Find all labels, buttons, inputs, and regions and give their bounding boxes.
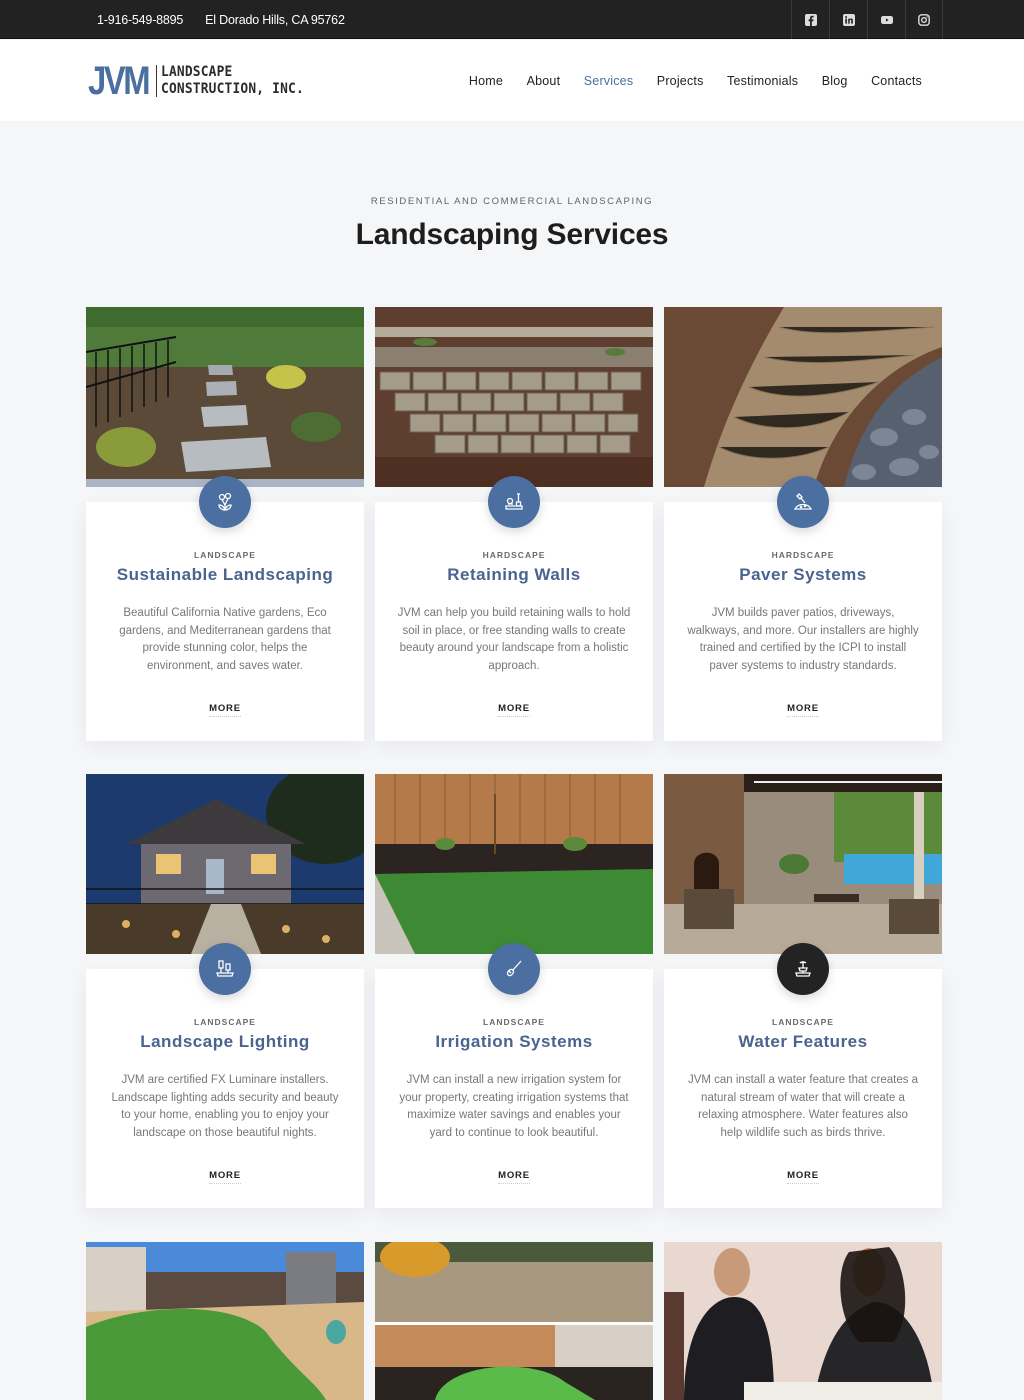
address: El Dorado Hills, CA 95762 bbox=[205, 12, 345, 27]
lawn-fence-image bbox=[375, 774, 653, 954]
nav-contacts[interactable]: Contacts bbox=[871, 74, 922, 88]
night-house-image bbox=[86, 774, 364, 954]
instagram-link[interactable] bbox=[905, 0, 943, 39]
nav-projects[interactable]: Projects bbox=[657, 74, 704, 88]
logo-mark: JVM bbox=[88, 59, 151, 103]
service-category: LANDSCAPE bbox=[483, 1017, 545, 1027]
service-icon-badge bbox=[488, 943, 540, 995]
garden-path-image bbox=[86, 307, 364, 487]
service-photo-paver-patio[interactable] bbox=[664, 307, 942, 487]
service-photo-lawn-fence[interactable] bbox=[375, 774, 653, 954]
services-grid: LANDSCAPE Sustainable Landscaping Beauti… bbox=[86, 307, 942, 1208]
service-description: JVM can install a water feature that cre… bbox=[687, 1074, 919, 1139]
facebook-link[interactable] bbox=[791, 0, 829, 39]
more-link[interactable]: MORE bbox=[787, 703, 819, 717]
logo-line-1: LANDSCAPE bbox=[161, 64, 233, 80]
main-nav: Home About Services Projects Testimonial… bbox=[469, 40, 922, 121]
section-title: Landscaping Services bbox=[355, 218, 669, 251]
flower-plant-icon bbox=[218, 492, 232, 511]
service-card-body: HARDSCAPE Paver Systems JVM builds paver… bbox=[664, 502, 942, 741]
services-grid-row-3 bbox=[86, 1242, 942, 1400]
nav-home[interactable]: Home bbox=[469, 74, 503, 88]
putting-green-image bbox=[375, 1242, 653, 1400]
service-icon-badge bbox=[777, 943, 829, 995]
service-description: Beautiful California Native gardens, Eco… bbox=[119, 607, 331, 672]
service-photo-retaining-wall[interactable] bbox=[375, 307, 653, 487]
youtube-link[interactable] bbox=[867, 0, 905, 39]
service-icon-badge bbox=[488, 476, 540, 528]
service-title[interactable]: Paver Systems bbox=[664, 565, 942, 585]
nav-testimonials[interactable]: Testimonials bbox=[727, 74, 798, 88]
artificial-turf-image bbox=[86, 1242, 364, 1400]
site-header: JVM LANDSCAPE CONSTRUCTION, INC. Home Ab… bbox=[0, 40, 1024, 121]
company-logo[interactable]: JVM LANDSCAPE CONSTRUCTION, INC. bbox=[88, 59, 316, 103]
service-category: LANDSCAPE bbox=[772, 1017, 834, 1027]
nav-about[interactable]: About bbox=[527, 74, 561, 88]
service-description: JVM builds paver patios, driveways, walk… bbox=[687, 607, 919, 672]
service-category: HARDSCAPE bbox=[482, 550, 546, 560]
garden-lights-icon bbox=[216, 960, 234, 977]
service-card: LANDSCAPE Landscape Lighting JVM are cer… bbox=[86, 774, 364, 1208]
service-icon-badge bbox=[777, 476, 829, 528]
linkedin-link[interactable] bbox=[829, 0, 867, 39]
service-card-body: LANDSCAPE Water Features JVM can install… bbox=[664, 969, 942, 1208]
service-photo-garden-path[interactable] bbox=[86, 307, 364, 487]
section-eyebrow: RESIDENTIAL AND COMMERCIAL LANDSCAPING bbox=[370, 196, 654, 207]
more-link[interactable]: MORE bbox=[498, 1170, 530, 1184]
logo-wordmark: LANDSCAPE CONSTRUCTION, INC. bbox=[161, 64, 304, 98]
service-category: LANDSCAPE bbox=[194, 550, 256, 560]
phone-number[interactable]: 1-916-549-8895 bbox=[97, 13, 183, 27]
service-photo-consultation[interactable] bbox=[664, 1242, 942, 1400]
nav-services[interactable]: Services bbox=[584, 74, 634, 88]
more-link[interactable]: MORE bbox=[209, 1170, 241, 1184]
service-title[interactable]: Irrigation Systems bbox=[375, 1032, 653, 1052]
service-photo-artificial-turf[interactable] bbox=[86, 1242, 364, 1400]
service-card: HARDSCAPE Retaining Walls JVM can help y… bbox=[375, 307, 653, 741]
service-description: JVM are certified FX Luminare installers… bbox=[111, 1074, 339, 1139]
service-title[interactable]: Landscape Lighting bbox=[86, 1032, 364, 1052]
service-card: LANDSCAPE Irrigation Systems JVM can ins… bbox=[375, 774, 653, 1208]
consultation-image bbox=[664, 1242, 942, 1400]
more-link[interactable]: MORE bbox=[787, 1170, 819, 1184]
service-card: HARDSCAPE Paver Systems JVM builds paver… bbox=[664, 307, 942, 741]
youtube-icon bbox=[880, 15, 893, 24]
service-card-body: LANDSCAPE Irrigation Systems JVM can ins… bbox=[375, 969, 653, 1208]
service-description: JVM can help you build retaining walls t… bbox=[397, 607, 631, 672]
instagram-icon bbox=[918, 13, 930, 26]
service-photo-putting-green[interactable] bbox=[375, 1242, 653, 1400]
service-description: JVM can install a new irrigation system … bbox=[399, 1074, 629, 1139]
shovel-wall-icon bbox=[505, 493, 523, 510]
service-card: LANDSCAPE Sustainable Landscaping Beauti… bbox=[86, 307, 364, 741]
service-icon-badge bbox=[199, 943, 251, 995]
service-photo-night-house[interactable] bbox=[86, 774, 364, 954]
more-link[interactable]: MORE bbox=[498, 703, 530, 717]
service-title[interactable]: Water Features bbox=[664, 1032, 942, 1052]
paver-patio-image bbox=[664, 307, 942, 487]
service-icon-badge bbox=[199, 476, 251, 528]
nav-blog[interactable]: Blog bbox=[822, 74, 848, 88]
top-bar: 1-916-549-8895 El Dorado Hills, CA 95762 bbox=[0, 0, 1024, 39]
linkedin-icon bbox=[842, 13, 855, 26]
service-category: HARDSCAPE bbox=[771, 550, 835, 560]
more-link[interactable]: MORE bbox=[209, 703, 241, 717]
service-card-body: LANDSCAPE Landscape Lighting JVM are cer… bbox=[86, 969, 364, 1208]
contact-info: 1-916-549-8895 El Dorado Hills, CA 95762 bbox=[97, 0, 345, 39]
logo-line-2: CONSTRUCTION, INC. bbox=[161, 81, 304, 97]
fountain-icon bbox=[795, 961, 811, 977]
service-card-body: HARDSCAPE Retaining Walls JVM can help y… bbox=[375, 502, 653, 741]
sprinkler-wand-icon bbox=[506, 960, 522, 977]
service-photo-patio-pool[interactable] bbox=[664, 774, 942, 954]
service-title[interactable]: Retaining Walls bbox=[375, 565, 653, 585]
trowel-pile-icon bbox=[793, 493, 813, 510]
facebook-icon bbox=[804, 13, 817, 26]
service-card-body: LANDSCAPE Sustainable Landscaping Beauti… bbox=[86, 502, 364, 741]
social-links bbox=[791, 0, 943, 39]
logo-divider bbox=[156, 65, 157, 97]
patio-pool-image bbox=[664, 774, 942, 954]
service-card: LANDSCAPE Water Features JVM can install… bbox=[664, 774, 942, 1208]
service-title[interactable]: Sustainable Landscaping bbox=[86, 565, 364, 585]
service-category: LANDSCAPE bbox=[194, 1017, 256, 1027]
retaining-wall-image bbox=[375, 307, 653, 487]
